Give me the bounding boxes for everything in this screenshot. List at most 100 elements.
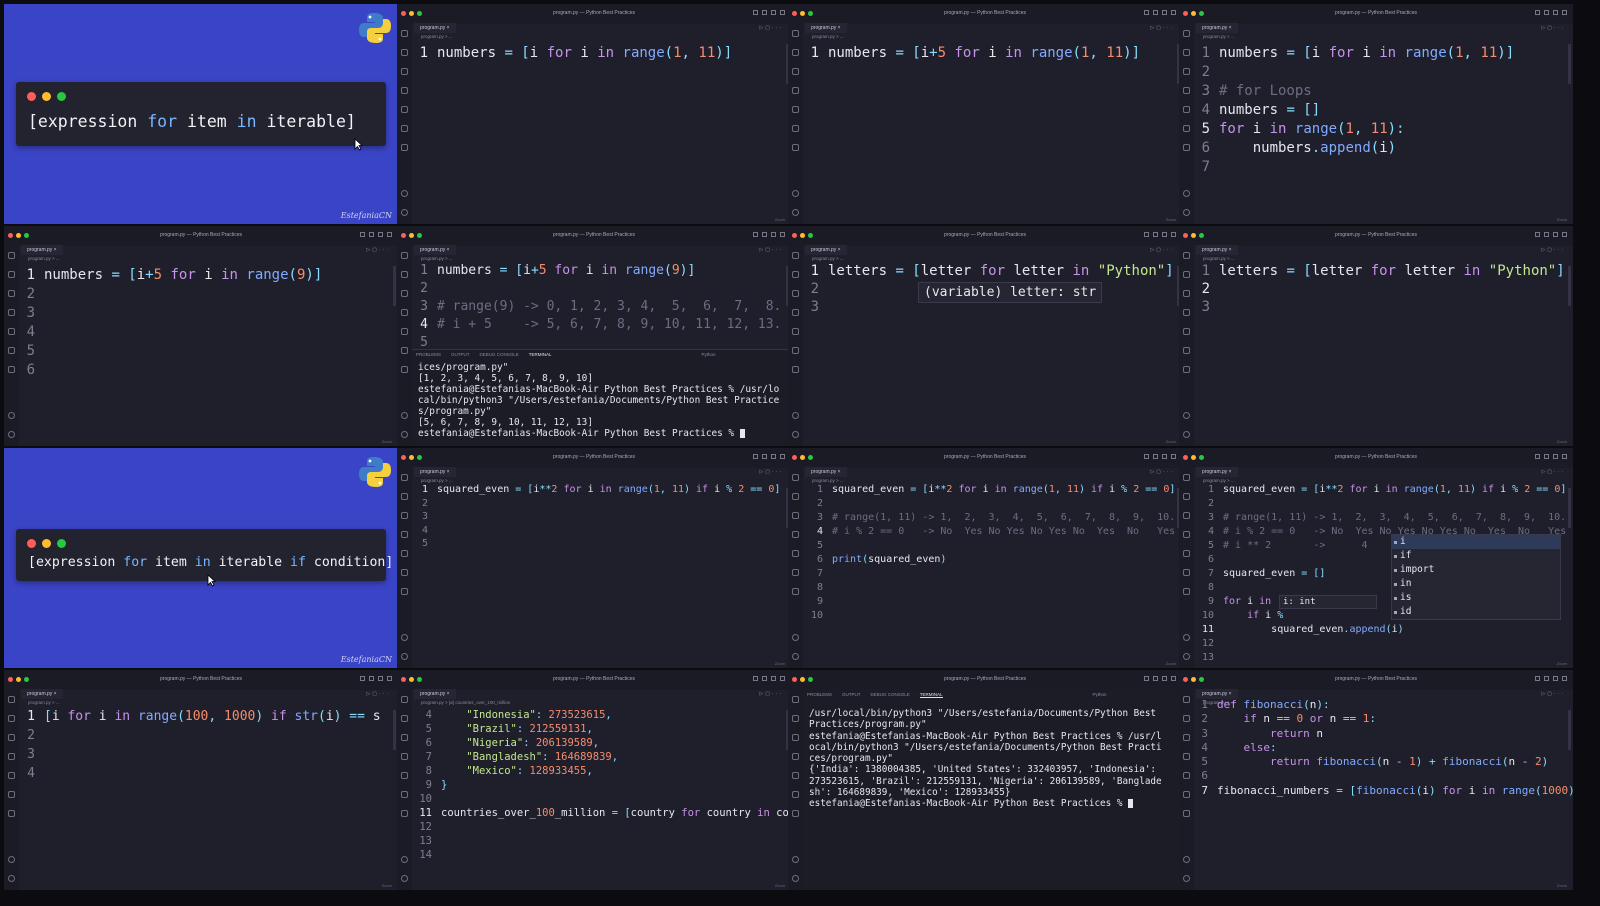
split-editor-icon[interactable]: ▢ (372, 247, 379, 253)
code-editor[interactable]: 1 def fibonacci(n): 2 if n == 0 or n == 1:… (1194, 698, 1573, 798)
terminal-shell-label[interactable]: Python (1093, 692, 1107, 697)
source-control-icon[interactable] (1183, 290, 1190, 297)
settings-gear-icon[interactable] (401, 190, 408, 197)
close-tab-icon[interactable]: × (445, 469, 450, 475)
layout-toggle-icon[interactable] (771, 10, 776, 15)
extensions-icon[interactable] (8, 328, 15, 335)
extensions-icon[interactable] (401, 328, 408, 335)
close-tab-icon[interactable]: × (445, 691, 450, 697)
split-editor-icon[interactable]: ▢ (1547, 25, 1554, 31)
source-control-icon[interactable] (401, 290, 408, 297)
split-editor-icon[interactable]: ▢ (1547, 247, 1554, 253)
python-icon[interactable] (792, 810, 799, 817)
extensions-icon[interactable] (792, 550, 799, 557)
testing-icon[interactable] (792, 791, 799, 798)
close-tab-icon[interactable]: × (1227, 247, 1232, 253)
code-editor[interactable]: 1 squared_even = [i**2 for i in range(1, … (412, 483, 791, 551)
code-editor[interactable]: 1 numbers = [i+5 for i in range(9)] 2 3 # ra… (412, 262, 791, 352)
python-icon[interactable] (1183, 588, 1190, 595)
code-editor[interactable]: 1 numbers = [i+5 for i in range(1, 11)] (803, 44, 1182, 63)
close-tab-icon[interactable]: × (52, 247, 57, 253)
search-icon[interactable] (792, 271, 799, 278)
account-icon[interactable] (792, 431, 799, 438)
search-icon[interactable] (792, 715, 799, 722)
source-control-icon[interactable] (8, 734, 15, 741)
explorer-icon[interactable] (1183, 696, 1190, 703)
layout-toggle-icon[interactable] (1144, 232, 1149, 237)
panel-tab-debug-console[interactable]: DEBUG CONSOLE (871, 692, 910, 697)
source-control-icon[interactable] (401, 68, 408, 75)
source-control-icon[interactable] (1183, 734, 1190, 741)
python-icon[interactable] (401, 810, 408, 817)
split-editor-icon[interactable]: ▢ (1156, 469, 1163, 475)
layout-toggle-icon[interactable] (369, 676, 374, 681)
split-editor-icon[interactable]: ▢ (765, 247, 772, 253)
layout-toggle-icon[interactable] (762, 454, 767, 459)
tab-program-py[interactable]: program.py × (21, 245, 63, 255)
account-icon[interactable] (401, 875, 408, 882)
account-icon[interactable] (401, 209, 408, 216)
run-debug-icon[interactable] (792, 309, 799, 316)
layout-toggle-icon[interactable] (1562, 676, 1567, 681)
layout-toggle-icon[interactable] (387, 676, 392, 681)
testing-icon[interactable] (1183, 125, 1190, 132)
tab-program-py[interactable]: program.py × (805, 23, 847, 33)
autocomplete-item[interactable]: if (1392, 549, 1560, 563)
split-editor-icon[interactable]: ▢ (765, 469, 772, 475)
search-icon[interactable] (401, 271, 408, 278)
layout-toggle-icon[interactable] (1162, 232, 1167, 237)
source-control-icon[interactable] (401, 734, 408, 741)
extensions-icon[interactable] (1183, 328, 1190, 335)
account-icon[interactable] (792, 209, 799, 216)
layout-toggle-icon[interactable] (378, 676, 383, 681)
extensions-icon[interactable] (792, 772, 799, 779)
terminal-shell-label[interactable]: Python (702, 352, 716, 357)
explorer-icon[interactable] (792, 252, 799, 259)
layout-toggle-icon[interactable] (1562, 10, 1567, 15)
panel-tab-terminal[interactable]: TERMINAL (919, 692, 943, 698)
python-icon[interactable] (8, 810, 15, 817)
source-control-icon[interactable] (792, 734, 799, 741)
settings-gear-icon[interactable] (1183, 412, 1190, 419)
run-debug-icon[interactable] (1183, 309, 1190, 316)
layout-toggle-icon[interactable] (1171, 10, 1176, 15)
testing-icon[interactable] (792, 569, 799, 576)
settings-gear-icon[interactable] (401, 634, 408, 641)
more-icon[interactable]: ··· (1163, 25, 1174, 31)
more-icon[interactable]: ··· (772, 691, 783, 697)
explorer-icon[interactable] (401, 252, 408, 259)
run-debug-icon[interactable] (401, 309, 408, 316)
explorer-icon[interactable] (401, 474, 408, 481)
split-editor-icon[interactable]: ▢ (765, 25, 772, 31)
account-icon[interactable] (1183, 875, 1190, 882)
layout-toggle-icon[interactable] (360, 676, 365, 681)
layout-toggle-icon[interactable] (1153, 10, 1158, 15)
layout-toggle-icon[interactable] (1162, 454, 1167, 459)
tab-program-py[interactable]: program.py × (1196, 23, 1238, 33)
account-icon[interactable] (792, 653, 799, 660)
extensions-icon[interactable] (8, 772, 15, 779)
search-icon[interactable] (1183, 715, 1190, 722)
layout-toggle-icon[interactable] (1562, 232, 1567, 237)
account-icon[interactable] (1183, 431, 1190, 438)
extensions-icon[interactable] (1183, 772, 1190, 779)
layout-toggle-icon[interactable] (1544, 454, 1549, 459)
code-editor[interactable]: 1 numbers = [i for i in range(1, 11)] (412, 44, 791, 63)
search-icon[interactable] (401, 715, 408, 722)
layout-toggle-icon[interactable] (1153, 454, 1158, 459)
tab-program-py[interactable]: program.py × (805, 245, 847, 255)
explorer-icon[interactable] (792, 30, 799, 37)
run-debug-icon[interactable] (401, 753, 408, 760)
layout-toggle-icon[interactable] (387, 232, 392, 237)
testing-icon[interactable] (792, 125, 799, 132)
search-icon[interactable] (1183, 493, 1190, 500)
layout-toggle-icon[interactable] (780, 676, 785, 681)
layout-toggle-icon[interactable] (1171, 454, 1176, 459)
source-control-icon[interactable] (401, 512, 408, 519)
extensions-icon[interactable] (401, 106, 408, 113)
close-tab-icon[interactable]: × (445, 247, 450, 253)
testing-icon[interactable] (1183, 569, 1190, 576)
split-editor-icon[interactable]: ▢ (372, 691, 379, 697)
layout-toggle-icon[interactable] (753, 454, 758, 459)
testing-icon[interactable] (401, 125, 408, 132)
